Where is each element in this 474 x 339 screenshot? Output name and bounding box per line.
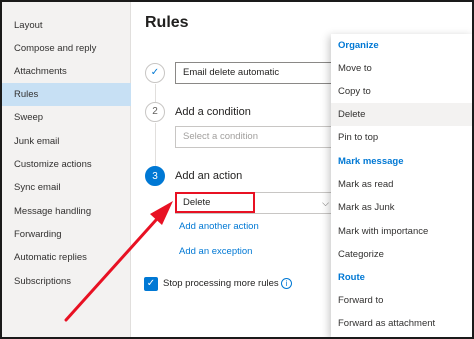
annotation-arrow (64, 201, 173, 322)
annotation-arrow-shaft (64, 218, 158, 322)
